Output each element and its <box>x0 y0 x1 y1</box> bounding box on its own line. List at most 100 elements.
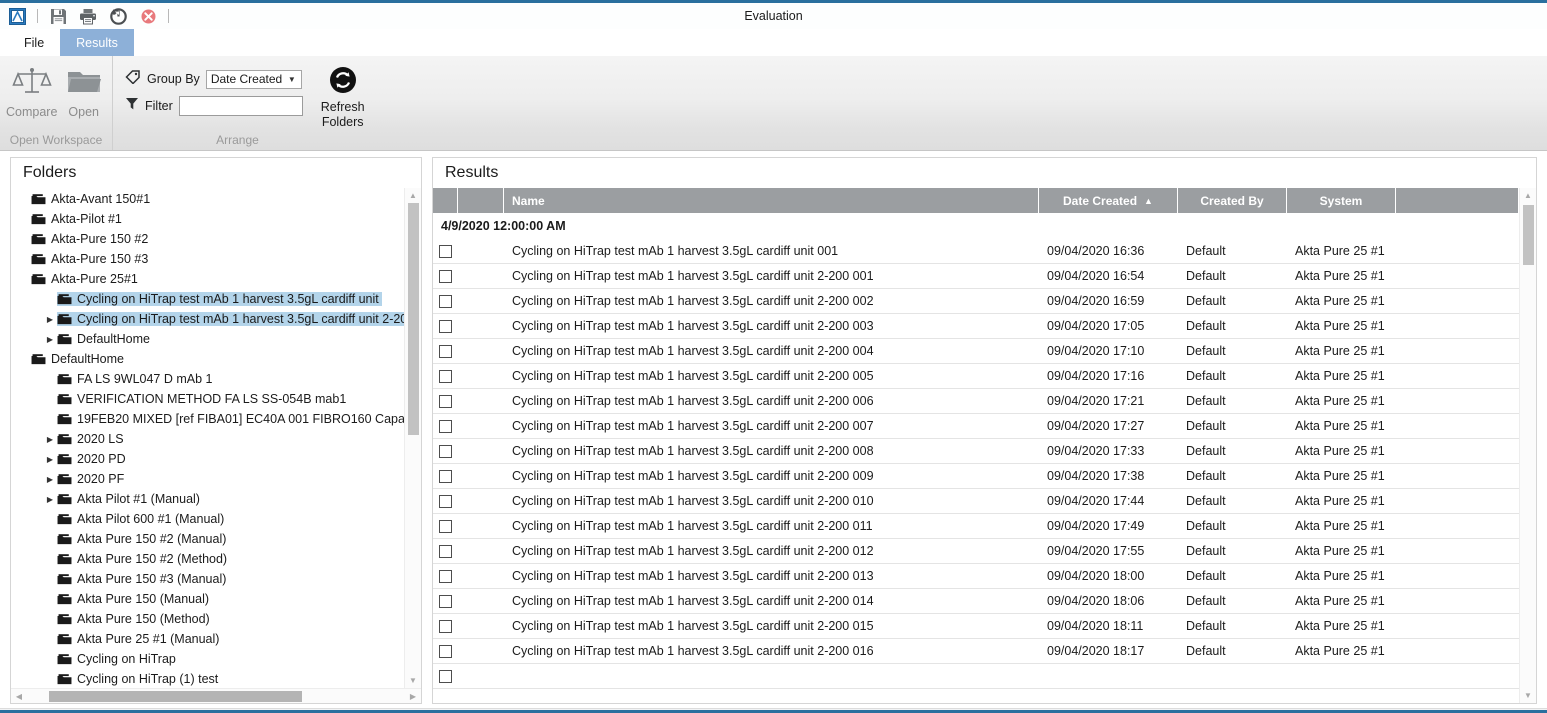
scroll-up-icon[interactable]: ▲ <box>1520 188 1537 203</box>
table-row[interactable]: Cycling on HiTrap test mAb 1 harvest 3.5… <box>433 614 1519 639</box>
column-header-name[interactable]: Name <box>504 188 1039 213</box>
folder-tree-item[interactable]: Akta Pure 150 #2 (Method) <box>11 549 404 569</box>
results-vsb-track[interactable] <box>1520 203 1537 688</box>
cell-checkbox[interactable] <box>433 389 458 414</box>
table-row[interactable]: Cycling on HiTrap test mAb 1 harvest 3.5… <box>433 539 1519 564</box>
table-row[interactable]: Cycling on HiTrap test mAb 1 harvest 3.5… <box>433 314 1519 339</box>
table-row[interactable]: Cycling on HiTrap test mAb 1 harvest 3.5… <box>433 414 1519 439</box>
column-header-icon[interactable] <box>458 188 504 213</box>
compare-button[interactable]: Compare <box>6 60 57 119</box>
scroll-up-icon[interactable]: ▲ <box>405 188 422 203</box>
folders-vsb-thumb[interactable] <box>407 203 419 435</box>
folders-hsb-thumb[interactable] <box>49 690 302 702</box>
folder-tree-item[interactable]: ▶ DefaultHome <box>11 329 404 349</box>
row-checkbox[interactable] <box>439 594 452 608</box>
folder-tree-item[interactable]: Cycling on HiTrap test mAb 1 harvest 3.5… <box>11 289 404 309</box>
table-row[interactable]: Cycling on HiTrap test mAb 1 harvest 3.5… <box>433 289 1519 314</box>
chevron-right-icon[interactable]: ▶ <box>43 475 57 484</box>
folder-tree-item[interactable]: Akta-Pure 25#1 <box>11 269 404 289</box>
chevron-right-icon[interactable]: ▶ <box>43 335 57 344</box>
folder-tree-item[interactable]: Akta-Pilot #1 <box>11 209 404 229</box>
row-checkbox[interactable] <box>439 544 452 558</box>
folders-vsb-track[interactable] <box>405 203 422 673</box>
folder-tree-item[interactable]: Akta Pure 150 (Method) <box>11 609 404 629</box>
table-row[interactable] <box>433 664 1519 689</box>
folders-vertical-scrollbar[interactable]: ▲ ▼ <box>404 188 421 688</box>
cell-checkbox[interactable] <box>433 514 458 539</box>
row-checkbox[interactable] <box>439 619 452 633</box>
folder-tree-item[interactable]: VERIFICATION METHOD FA LS SS-054B mab1 <box>11 389 404 409</box>
folder-tree-item[interactable]: Akta Pure 150 #3 (Manual) <box>11 569 404 589</box>
folder-tree-item[interactable]: Cycling on HiTrap <box>11 649 404 669</box>
filter-input[interactable] <box>179 97 302 115</box>
folder-tree-item[interactable]: FA LS 9WL047 D mAb 1 <box>11 369 404 389</box>
folder-tree-item[interactable]: ▶ Cycling on HiTrap test mAb 1 harvest 3.… <box>11 309 404 329</box>
row-checkbox[interactable] <box>439 294 452 308</box>
column-header-system[interactable]: System <box>1287 188 1396 213</box>
print-icon[interactable] <box>73 4 103 28</box>
cell-checkbox[interactable] <box>433 464 458 489</box>
row-checkbox[interactable] <box>439 469 452 483</box>
row-checkbox[interactable] <box>439 369 452 383</box>
cell-checkbox[interactable] <box>433 314 458 339</box>
folders-horizontal-scrollbar[interactable]: ◀ ▶ <box>11 688 421 703</box>
cell-checkbox[interactable] <box>433 664 458 689</box>
tab-results[interactable]: Results <box>60 29 134 56</box>
row-checkbox[interactable] <box>439 269 452 283</box>
chevron-right-icon[interactable]: ▶ <box>43 495 57 504</box>
cell-checkbox[interactable] <box>433 489 458 514</box>
save-icon[interactable] <box>43 4 73 28</box>
table-row[interactable]: Cycling on HiTrap test mAb 1 harvest 3.5… <box>433 489 1519 514</box>
scroll-right-icon[interactable]: ▶ <box>405 689 421 704</box>
table-row[interactable]: Cycling on HiTrap test mAb 1 harvest 3.5… <box>433 639 1519 664</box>
folder-tree-item[interactable]: 19FEB20 MIXED [ref FIBA01] EC40A 001 FIB… <box>11 409 404 429</box>
table-row[interactable]: Cycling on HiTrap test mAb 1 harvest 3.5… <box>433 364 1519 389</box>
folder-tree-item[interactable]: Akta-Pure 150 #3 <box>11 249 404 269</box>
delete-icon[interactable] <box>133 4 163 28</box>
results-grid-body[interactable]: 4/9/2020 12:00:00 AM Cycling on HiTrap te… <box>433 213 1519 703</box>
table-row[interactable]: Cycling on HiTrap test mAb 1 harvest 3.5… <box>433 564 1519 589</box>
folder-tree-item[interactable]: Akta Pure 150 (Manual) <box>11 589 404 609</box>
row-checkbox[interactable] <box>439 669 452 683</box>
chevron-right-icon[interactable]: ▶ <box>43 455 57 464</box>
row-checkbox[interactable] <box>439 444 452 458</box>
row-checkbox[interactable] <box>439 244 452 258</box>
results-vsb-thumb[interactable] <box>1522 205 1534 265</box>
row-checkbox[interactable] <box>439 569 452 583</box>
filter-input-wrap[interactable] <box>178 96 303 116</box>
folder-tree-item[interactable]: ▶ Akta Pilot #1 (Manual) <box>11 489 404 509</box>
table-row[interactable]: Cycling on HiTrap test mAb 1 harvest 3.5… <box>433 389 1519 414</box>
cell-checkbox[interactable] <box>433 239 458 264</box>
folder-tree-item[interactable]: ▶ 2020 LS <box>11 429 404 449</box>
folder-tree-item[interactable]: Akta-Avant 150#1 <box>11 189 404 209</box>
column-header-date_created[interactable]: Date Created ▲ <box>1039 188 1178 213</box>
folder-tree-item[interactable]: ▶ 2020 PD <box>11 449 404 469</box>
table-row[interactable]: Cycling on HiTrap test mAb 1 harvest 3.5… <box>433 589 1519 614</box>
cell-checkbox[interactable] <box>433 614 458 639</box>
open-button[interactable]: Open <box>61 60 106 119</box>
results-vertical-scrollbar[interactable]: ▲ ▼ <box>1519 188 1536 703</box>
folder-tree-item[interactable]: Akta-Pure 150 #2 <box>11 229 404 249</box>
chevron-right-icon[interactable]: ▶ <box>43 315 57 324</box>
row-checkbox[interactable] <box>439 644 452 658</box>
cell-checkbox[interactable] <box>433 639 458 664</box>
scroll-down-icon[interactable]: ▼ <box>405 673 422 688</box>
row-checkbox[interactable] <box>439 394 452 408</box>
chevron-right-icon[interactable]: ▶ <box>43 435 57 444</box>
folders-hsb-track[interactable] <box>27 689 405 704</box>
table-row[interactable]: Cycling on HiTrap test mAb 1 harvest 3.5… <box>433 264 1519 289</box>
table-row[interactable]: Cycling on HiTrap test mAb 1 harvest 3.5… <box>433 514 1519 539</box>
column-header-tail[interactable] <box>1396 188 1519 213</box>
tab-file[interactable]: File <box>8 29 60 56</box>
column-header-created_by[interactable]: Created By <box>1178 188 1287 213</box>
table-row[interactable]: Cycling on HiTrap test mAb 1 harvest 3.5… <box>433 464 1519 489</box>
folder-tree-item[interactable]: ▶ 2020 PF <box>11 469 404 489</box>
table-row[interactable]: Cycling on HiTrap test mAb 1 harvest 3.5… <box>433 439 1519 464</box>
cell-checkbox[interactable] <box>433 414 458 439</box>
cell-checkbox[interactable] <box>433 564 458 589</box>
folder-tree-item[interactable]: DefaultHome <box>11 349 404 369</box>
scroll-left-icon[interactable]: ◀ <box>11 689 27 704</box>
cell-checkbox[interactable] <box>433 539 458 564</box>
app-logo-icon[interactable] <box>2 4 32 28</box>
folder-tree-item[interactable]: Akta Pilot 600 #1 (Manual) <box>11 509 404 529</box>
